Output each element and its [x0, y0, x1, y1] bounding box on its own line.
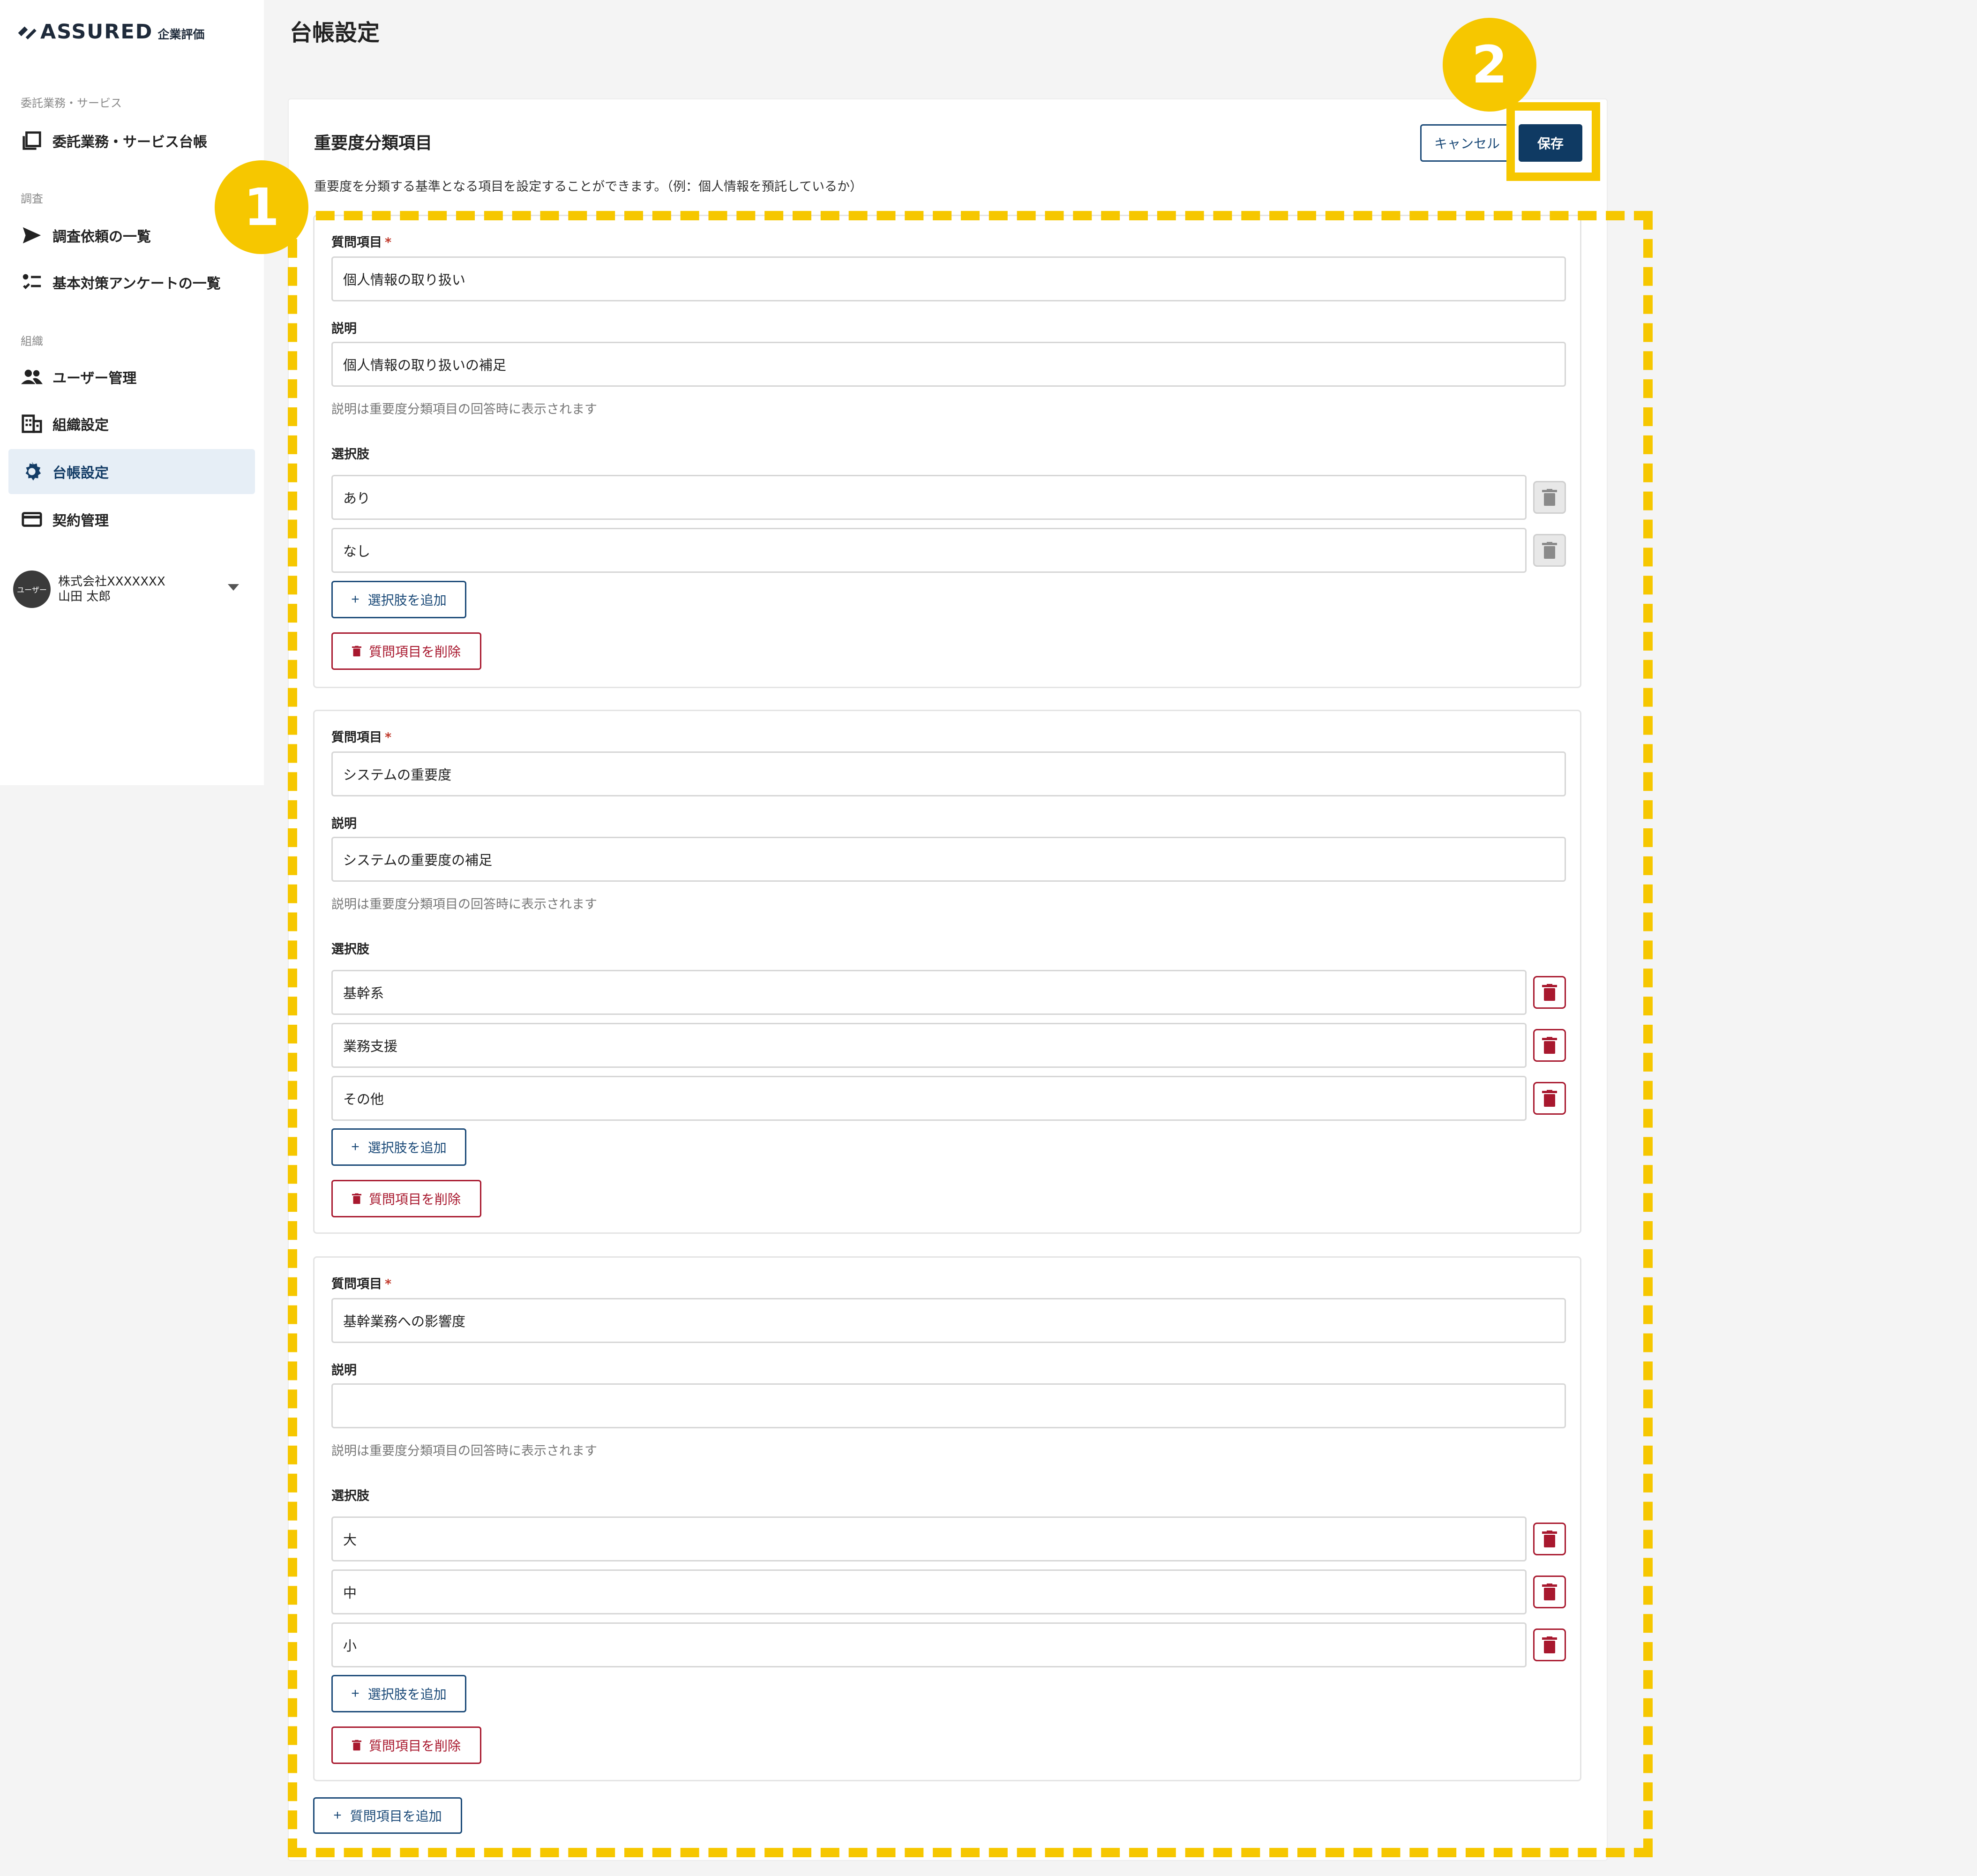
section-title: 重要度分類項目: [314, 134, 433, 153]
delete-option-button[interactable]: [1533, 1523, 1566, 1555]
trash-icon: [352, 1193, 361, 1204]
chevron-down-icon[interactable]: [228, 584, 239, 591]
section-description: 重要度を分類する基準となる項目を設定することができます。（例：個人情報を預託して…: [314, 180, 863, 194]
step-badge-1: 1: [215, 160, 308, 254]
option-input[interactable]: 中: [331, 1569, 1527, 1614]
trash-icon: [1542, 489, 1557, 506]
option-input[interactable]: 業務支援: [331, 1023, 1527, 1068]
sidebar-item-user-management[interactable]: ユーザー管理: [8, 354, 255, 399]
question-card-3: 質問項目 * 基幹業務への影響度 説明 説明は重要度分類項目の回答時に表示されます…: [313, 1256, 1581, 1781]
trash-icon: [1542, 1531, 1557, 1547]
sidebar-item-org-settings[interactable]: 組織設定: [8, 401, 255, 446]
delete-question-button[interactable]: 質問項目を削除: [331, 1726, 481, 1764]
sidebar: ASSURED 企業評価 委託業務・サービス 委託業務・サービス台帳 調査 調査…: [0, 0, 264, 785]
trash-icon: [352, 645, 361, 657]
sidebar-section-outsourcing: 委託業務・サービス: [21, 97, 122, 110]
sidebar-section-organization: 組織: [21, 335, 43, 348]
delete-option-button[interactable]: [1533, 481, 1566, 514]
option-input[interactable]: 大: [331, 1516, 1527, 1561]
assured-logo-icon: [18, 26, 37, 40]
plus-icon: +: [351, 1686, 359, 1701]
description-input[interactable]: 個人情報の取り扱いの補足: [331, 342, 1566, 387]
delete-option-button[interactable]: [1533, 1029, 1566, 1062]
sidebar-item-basic-survey-list[interactable]: 基本対策アンケートの一覧: [8, 260, 255, 305]
card-icon: [19, 506, 45, 533]
trash-icon: [1542, 1583, 1557, 1600]
sidebar-item-contract-management[interactable]: 契約管理: [8, 497, 255, 542]
question-label: 質問項目 *: [331, 730, 392, 745]
option-input[interactable]: なし: [331, 528, 1527, 573]
question-card-1: 質問項目 * 個人情報の取り扱い 説明 個人情報の取り扱いの補足 説明は重要度分類…: [313, 215, 1581, 688]
question-label: 質問項目 *: [331, 235, 392, 250]
page-title: 台帳設定: [290, 20, 380, 46]
trash-icon: [1542, 542, 1557, 559]
gear-icon: [19, 458, 45, 485]
brand-sub: 企業評価: [157, 28, 205, 41]
save-button[interactable]: 保存: [1519, 124, 1582, 162]
description-hint: 説明は重要度分類項目の回答時に表示されます: [331, 402, 597, 417]
cancel-button[interactable]: キャンセル: [1420, 124, 1514, 162]
brand-name: ASSURED: [40, 20, 153, 44]
send-icon: [19, 222, 45, 248]
question-label: 質問項目 *: [331, 1277, 392, 1291]
option-input[interactable]: その他: [331, 1076, 1527, 1121]
description-label: 説明: [331, 1363, 357, 1378]
step-badge-2: 2: [1443, 18, 1536, 112]
delete-question-button[interactable]: 質問項目を削除: [331, 632, 481, 670]
description-hint: 説明は重要度分類項目の回答時に表示されます: [331, 897, 597, 912]
question-input[interactable]: 基幹業務への影響度: [331, 1298, 1566, 1343]
add-question-button[interactable]: + 質問項目を追加: [313, 1797, 462, 1834]
ledger-icon: [19, 128, 45, 154]
delete-option-button[interactable]: [1533, 1628, 1566, 1661]
users-icon: [19, 364, 45, 390]
options-label: 選択肢: [331, 942, 369, 957]
description-hint: 説明は重要度分類項目の回答時に表示されます: [331, 1444, 597, 1458]
description-label: 説明: [331, 322, 357, 336]
delete-question-button[interactable]: 質問項目を削除: [331, 1180, 481, 1217]
trash-icon: [1542, 1090, 1557, 1107]
delete-option-button[interactable]: [1533, 976, 1566, 1009]
plus-icon: +: [351, 592, 359, 607]
question-input[interactable]: システムの重要度: [331, 751, 1566, 796]
delete-option-button[interactable]: [1533, 534, 1566, 567]
question-input[interactable]: 個人情報の取り扱い: [331, 256, 1566, 301]
sidebar-item-ledger-settings[interactable]: 台帳設定: [8, 449, 255, 494]
delete-option-button[interactable]: [1533, 1082, 1566, 1115]
plus-icon: +: [351, 1139, 359, 1155]
add-option-button[interactable]: + 選択肢を追加: [331, 581, 466, 618]
trash-icon: [1542, 1636, 1557, 1653]
description-input[interactable]: システムの重要度の補足: [331, 837, 1566, 882]
options-label: 選択肢: [331, 447, 369, 462]
option-input[interactable]: 基幹系: [331, 970, 1527, 1015]
add-option-button[interactable]: + 選択肢を追加: [331, 1675, 466, 1712]
trash-icon: [1542, 1037, 1557, 1054]
user-company: 株式会社XXXXXXX: [58, 575, 165, 589]
description-input[interactable]: [331, 1383, 1566, 1428]
user-name: 山田 太郎: [58, 590, 111, 604]
add-option-button[interactable]: + 選択肢を追加: [331, 1128, 466, 1166]
question-card-2: 質問項目 * システムの重要度 説明 システムの重要度の補足 説明は重要度分類項目…: [313, 710, 1581, 1234]
avatar: ユーザー: [13, 570, 51, 608]
brand-logo[interactable]: ASSURED 企業評価: [16, 18, 204, 46]
options-label: 選択肢: [331, 1489, 369, 1503]
user-menu[interactable]: ユーザー 株式会社XXXXXXX 山田 太郎: [13, 568, 247, 610]
checklist-icon: [19, 269, 45, 295]
sidebar-item-service-ledger[interactable]: 委託業務・サービス台帳: [8, 118, 255, 163]
trash-icon: [1542, 984, 1557, 1001]
building-icon: [19, 411, 45, 437]
delete-option-button[interactable]: [1533, 1576, 1566, 1608]
plus-icon: +: [333, 1808, 342, 1823]
trash-icon: [352, 1740, 361, 1751]
sidebar-section-survey: 調査: [21, 192, 43, 205]
description-label: 説明: [331, 817, 357, 831]
option-input[interactable]: 小: [331, 1622, 1527, 1667]
option-input[interactable]: あり: [331, 475, 1527, 520]
